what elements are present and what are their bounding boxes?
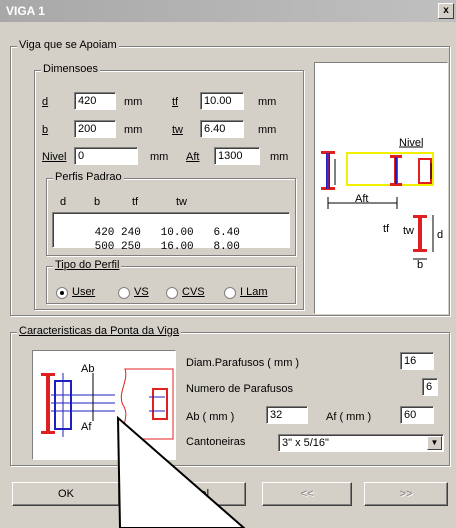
radio-ilam[interactable] (224, 287, 236, 299)
perfis-list[interactable]: 420 240 10.00 6.40 500 250 16.00 8.00 (52, 212, 290, 253)
beam-diagram: Nivel Aft tf tw d b (314, 62, 448, 314)
b-unit: mm (124, 124, 143, 136)
num-label: Numero de Parafusos (186, 383, 293, 395)
group-caracteristicas-label: Caracteristicas da Ponta da Viga (17, 325, 181, 337)
connection-diagram-svg (41, 368, 174, 440)
diagram-ab-label: Ab (81, 363, 95, 375)
nivel-label: Nivel (42, 151, 67, 163)
nivel-unit: mm (150, 151, 169, 163)
tw-unit: mm (258, 124, 277, 136)
connection-diagram: Ab Af (32, 350, 176, 460)
diagram-tw-label: tw (403, 225, 414, 237)
aft-label: Aft (186, 151, 200, 163)
num-input[interactable]: 6 (422, 378, 438, 396)
diagram-nivel-label: Nivel (399, 137, 424, 149)
tf-input[interactable]: 10.00 (200, 92, 244, 110)
title-bar: VIGA 1 x (0, 0, 456, 22)
perfis-header-b: b (94, 196, 101, 208)
diagram-tf-label: tf (383, 223, 390, 235)
diagram-b-label: b (417, 259, 424, 271)
dialog-window: VIGA 1 x Viga que se Apoiam Dimensoes d … (0, 0, 456, 528)
close-button[interactable]: x (438, 3, 454, 19)
af-label: Af ( mm ) (326, 411, 372, 423)
radio-cvs[interactable] (166, 287, 178, 299)
radio-vs-label[interactable]: VS (134, 286, 149, 298)
beam-diagram-svg (321, 146, 434, 260)
ab-label: Ab ( mm ) (186, 411, 235, 423)
tf-label: tf (172, 96, 179, 108)
af-input[interactable]: 60 (400, 406, 434, 424)
next-button[interactable]: >> (364, 482, 448, 506)
diagram-aft-label: Aft (355, 193, 369, 205)
aft-input[interactable]: 1300 (214, 147, 260, 165)
diam-label: Diam.Parafusos ( mm ) (186, 357, 300, 369)
ab-input[interactable]: 32 (266, 406, 308, 424)
diagram-af-label: Af (81, 421, 92, 433)
group-dimensoes-label: Dimensoes (41, 63, 101, 75)
cantoneiras-value: 3" x 5/16" (282, 437, 329, 449)
group-tipo-label: Tipo do Perfil (53, 259, 122, 271)
perfis-header-d: d (60, 196, 67, 208)
d-label: d (42, 96, 49, 108)
radio-cvs-label[interactable]: CVS (182, 286, 205, 298)
window-title: VIGA 1 (6, 4, 45, 18)
radio-ilam-label[interactable]: I Lam (240, 286, 268, 298)
cantoneiras-label: Cantoneiras (186, 436, 246, 448)
cancel-button[interactable]: Cancel (138, 482, 246, 506)
prev-button[interactable]: << (262, 482, 352, 506)
diagram-d-label: d (437, 229, 444, 241)
perfis-header-tf: tf (132, 196, 139, 208)
b-label: b (42, 124, 49, 136)
diam-input[interactable]: 16 (400, 352, 434, 370)
ok-button[interactable]: OK (12, 482, 120, 506)
chevron-down-icon[interactable]: ▼ (427, 436, 442, 450)
radio-user-label[interactable]: User (72, 286, 95, 298)
perfis-header-tw: tw (176, 196, 187, 208)
radio-user[interactable] (56, 287, 68, 299)
group-viga-apoiam-label: Viga que se Apoiam (17, 39, 119, 51)
nivel-input[interactable]: 0 (74, 147, 138, 165)
cantoneiras-select[interactable]: 3" x 5/16" ▼ (278, 434, 444, 452)
b-input[interactable]: 200 (74, 120, 116, 138)
aft-unit: mm (270, 151, 289, 163)
d-unit: mm (124, 96, 143, 108)
d-input[interactable]: 420 (74, 92, 116, 110)
tw-label: tw (172, 124, 183, 136)
radio-vs[interactable] (118, 287, 130, 299)
tf-unit: mm (258, 96, 277, 108)
tw-input[interactable]: 6.40 (200, 120, 244, 138)
group-perfis-label: Perfis Padrao (53, 171, 124, 183)
